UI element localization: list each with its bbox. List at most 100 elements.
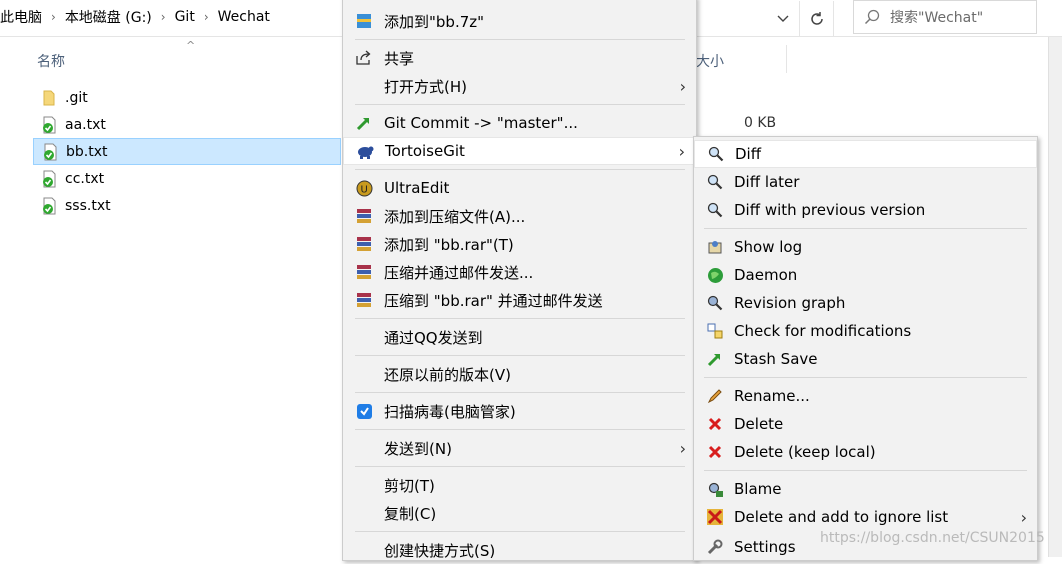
file-row[interactable]: .git bbox=[33, 84, 341, 111]
red-x-icon bbox=[706, 443, 724, 461]
menu-item-git-commit[interactable]: Git Commit -> "master"... bbox=[343, 109, 696, 137]
menu-separator bbox=[355, 392, 685, 393]
menu-item-diff-later[interactable]: Diff later bbox=[694, 168, 1037, 196]
menu-item-delete-ignore[interactable]: Delete and add to ignore list › bbox=[694, 503, 1037, 531]
menu-item-add-7z[interactable]: 添加到"bb.7z" bbox=[343, 7, 696, 35]
menu-separator bbox=[704, 377, 1027, 378]
search-icon bbox=[854, 9, 890, 25]
breadcrumb-git[interactable]: Git bbox=[175, 9, 195, 25]
menu-item-copy[interactable]: 复制(C) bbox=[343, 499, 696, 527]
revision-graph-icon bbox=[706, 294, 724, 312]
menu-item-compress-email[interactable]: 压缩并通过邮件发送... bbox=[343, 258, 696, 286]
file-row[interactable]: aa.txt bbox=[33, 111, 341, 138]
refresh-icon bbox=[810, 11, 823, 25]
menu-item-show-log[interactable]: Show log bbox=[694, 233, 1037, 261]
chevron-right-icon[interactable]: › bbox=[51, 10, 56, 24]
menu-item-open-with[interactable]: 打开方式(H) › bbox=[343, 72, 696, 100]
menu-item-stash-save[interactable]: Stash Save bbox=[694, 345, 1037, 373]
menu-separator bbox=[704, 228, 1027, 229]
watermark: https://blog.csdn.net/CSUN2015 bbox=[820, 530, 1045, 546]
search-input[interactable]: 搜索"Wechat" bbox=[853, 0, 1037, 34]
menu-item-share[interactable]: 共享 bbox=[343, 44, 696, 72]
breadcrumb-this-pc[interactable]: 此电脑 bbox=[0, 7, 42, 27]
git-clean-file-icon bbox=[39, 116, 59, 134]
magnifier-diff-icon bbox=[706, 173, 724, 191]
file-name: .git bbox=[65, 89, 88, 106]
menu-item-cut[interactable]: 剪切(T) bbox=[343, 471, 696, 499]
tortoisegit-icon bbox=[356, 142, 374, 160]
menu-item-add-archive[interactable]: 添加到压缩文件(A)... bbox=[343, 202, 696, 230]
menu-item-create-shortcut[interactable]: 创建快捷方式(S) bbox=[343, 536, 696, 564]
menu-item-diff[interactable]: Diff bbox=[694, 140, 1037, 168]
file-row[interactable]: sss.txt bbox=[33, 192, 341, 219]
menu-item-restore-previous[interactable]: 还原以前的版本(V) bbox=[343, 360, 696, 388]
chevron-right-icon: › bbox=[679, 76, 686, 96]
column-header-size[interactable]: 大小 bbox=[696, 51, 724, 71]
share-icon bbox=[355, 49, 373, 67]
menu-item-add-rar[interactable]: 添加到 "bb.rar"(T) bbox=[343, 230, 696, 258]
menu-item-diff-previous[interactable]: Diff with previous version bbox=[694, 196, 1037, 224]
git-clean-file-icon bbox=[39, 197, 59, 215]
menu-item-blame[interactable]: Blame bbox=[694, 475, 1037, 503]
blame-icon bbox=[706, 480, 724, 498]
show-log-icon bbox=[706, 238, 724, 256]
ignore-list-icon bbox=[706, 508, 724, 526]
archive-7z-icon bbox=[355, 12, 373, 30]
folder-icon bbox=[39, 90, 59, 106]
menu-separator bbox=[355, 355, 685, 356]
shield-icon bbox=[355, 402, 373, 420]
column-header-name[interactable]: 名称 bbox=[37, 51, 65, 71]
menu-item-daemon[interactable]: Daemon bbox=[694, 261, 1037, 289]
stash-arrow-icon bbox=[706, 350, 724, 368]
context-menu: 添加到"bb.7z" 共享 打开方式(H) › Git Commit -> "m… bbox=[342, 0, 697, 561]
menu-item-compress-rar-email[interactable]: 压缩到 "bb.rar" 并通过邮件发送 bbox=[343, 286, 696, 314]
file-name: aa.txt bbox=[65, 116, 106, 133]
menu-item-scan-virus[interactable]: 扫描病毒(电脑管家) bbox=[343, 397, 696, 425]
menu-item-delete-keep-local[interactable]: Delete (keep local) bbox=[694, 438, 1037, 466]
winrar-icon bbox=[355, 235, 373, 253]
menu-separator bbox=[355, 39, 685, 40]
magnifier-diff-icon bbox=[707, 145, 725, 163]
file-size-cell: 0 KB bbox=[744, 115, 777, 131]
menu-item-revision-graph[interactable]: Revision graph bbox=[694, 289, 1037, 317]
file-row[interactable]: bb.txt bbox=[33, 138, 341, 165]
menu-separator bbox=[355, 531, 685, 532]
search-placeholder: 搜索"Wechat" bbox=[890, 10, 984, 26]
menu-separator bbox=[355, 466, 685, 467]
vertical-scrollbar[interactable] bbox=[1048, 37, 1062, 557]
chevron-right-icon[interactable]: › bbox=[204, 10, 209, 24]
menu-item-delete[interactable]: Delete bbox=[694, 410, 1037, 438]
settings-tools-icon bbox=[706, 538, 724, 556]
chevron-right-icon[interactable]: › bbox=[161, 10, 166, 24]
sort-ascending-icon: ^ bbox=[186, 39, 196, 52]
winrar-icon bbox=[355, 207, 373, 225]
file-name: cc.txt bbox=[65, 170, 105, 187]
ultraedit-icon: U bbox=[355, 179, 373, 197]
address-history-dropdown[interactable] bbox=[766, 0, 800, 37]
file-row[interactable]: cc.txt bbox=[33, 165, 341, 192]
git-commit-arrow-icon bbox=[355, 114, 373, 132]
menu-item-tortoisegit[interactable]: TortoiseGit › bbox=[343, 137, 696, 165]
breadcrumb-wechat[interactable]: Wechat bbox=[218, 9, 270, 25]
chevron-right-icon: › bbox=[1020, 507, 1027, 527]
chevron-right-icon: › bbox=[679, 438, 686, 458]
menu-item-send-qq[interactable]: 通过QQ发送到 bbox=[343, 323, 696, 351]
menu-item-ultraedit[interactable]: U UltraEdit bbox=[343, 174, 696, 202]
menu-item-rename[interactable]: Rename... bbox=[694, 382, 1037, 410]
git-clean-file-icon bbox=[40, 143, 60, 161]
menu-separator bbox=[355, 429, 685, 430]
menu-separator bbox=[355, 104, 685, 105]
git-clean-file-icon bbox=[39, 170, 59, 188]
menu-separator bbox=[355, 169, 685, 170]
globe-icon bbox=[706, 266, 724, 284]
breadcrumb-drive-g[interactable]: 本地磁盘 (G:) bbox=[65, 7, 152, 27]
menu-item-send-to[interactable]: 发送到(N) › bbox=[343, 434, 696, 462]
column-divider[interactable] bbox=[786, 45, 787, 73]
check-modifications-icon bbox=[706, 322, 724, 340]
refresh-button[interactable] bbox=[800, 0, 834, 37]
menu-item-check-modifications[interactable]: Check for modifications bbox=[694, 317, 1037, 345]
winrar-icon bbox=[355, 263, 373, 281]
file-name: sss.txt bbox=[65, 197, 111, 214]
menu-separator bbox=[704, 470, 1027, 471]
chevron-down-icon bbox=[777, 15, 788, 22]
